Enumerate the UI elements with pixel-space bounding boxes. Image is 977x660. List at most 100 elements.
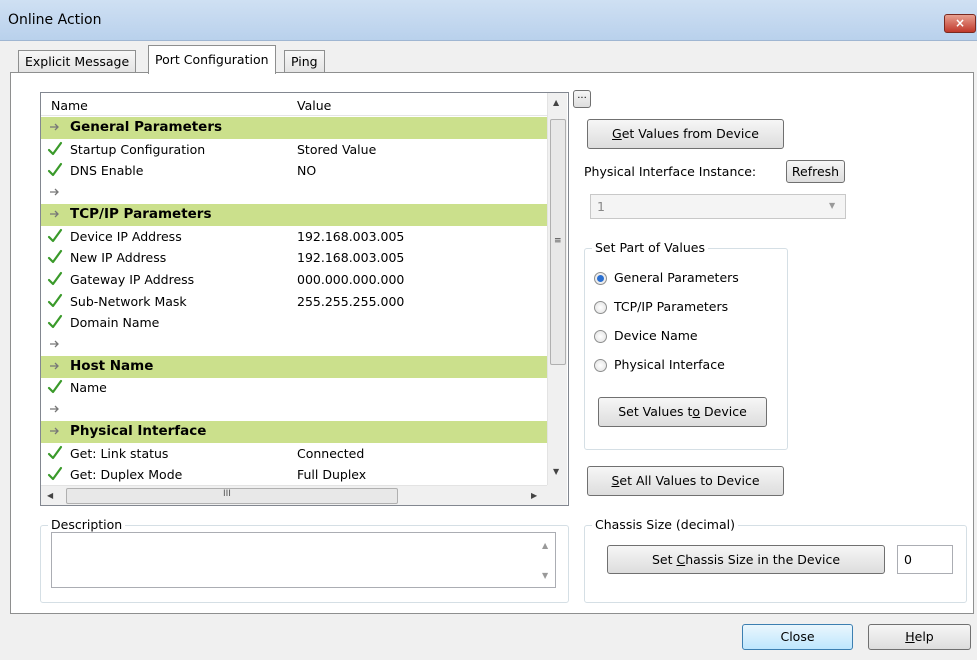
list-item[interactable]: Device IP Address 192.168.003.005 <box>41 226 547 248</box>
arrow-right-icon[interactable] <box>47 336 63 352</box>
radio-button[interactable] <box>594 301 607 314</box>
list-item[interactable]: Domain Name <box>41 312 547 334</box>
arrow-right-icon[interactable] <box>47 184 63 200</box>
list-item[interactable]: Startup Configuration Stored Value <box>41 139 547 161</box>
refresh-button[interactable]: Refresh <box>786 160 845 183</box>
row-name: Domain Name <box>70 315 160 331</box>
list-item[interactable]: Name <box>41 377 547 399</box>
horizontal-scroll-thumb[interactable]: III <box>66 488 398 504</box>
row-name: Gateway IP Address <box>70 271 195 287</box>
set-values-to-device-button[interactable]: Set Values to Device <box>598 397 767 427</box>
description-textarea[interactable]: ▲ ▼ <box>51 532 556 588</box>
row-name: Startup Configuration <box>70 141 206 157</box>
scroll-up-icon[interactable]: ▲ <box>553 98 559 107</box>
scroll-right-icon[interactable]: ▶ <box>531 491 537 500</box>
section-row[interactable]: TCP/IP Parameters <box>41 203 547 226</box>
row-value: 255.255.255.000 <box>297 293 405 309</box>
check-icon <box>47 445 63 461</box>
section-row[interactable]: Host Name <box>41 355 547 378</box>
radio-button[interactable] <box>594 330 607 343</box>
list-item[interactable]: Get: Duplex Mode Full Duplex <box>41 464 547 486</box>
scroll-down-icon[interactable]: ▼ <box>542 571 548 580</box>
close-window-button[interactable]: × <box>944 14 976 33</box>
list-item[interactable] <box>41 334 547 356</box>
set-part-group-label: Set Part of Values <box>592 240 709 255</box>
row-value: 192.168.003.005 <box>297 250 405 266</box>
check-icon <box>47 162 63 178</box>
arrow-right-icon[interactable] <box>47 423 63 439</box>
list-item[interactable] <box>41 182 547 204</box>
help-button[interactable]: Help <box>868 624 971 650</box>
chassis-size-input[interactable]: 0 <box>897 545 953 574</box>
vertical-scrollbar[interactable]: ▲ ≡ ▼ <box>547 93 567 485</box>
set-chassis-size-button[interactable]: Set Chassis Size in the Device <box>607 545 885 574</box>
list-item[interactable]: Gateway IP Address 000.000.000.000 <box>41 269 547 291</box>
section-row[interactable]: Physical Interface <box>41 420 547 443</box>
row-name: New IP Address <box>70 250 167 266</box>
close-button[interactable]: Close <box>742 624 853 650</box>
check-icon <box>47 249 63 265</box>
row-value: 000.000.000.000 <box>297 271 405 287</box>
column-header-value[interactable]: Value <box>297 98 331 113</box>
radio-label: Device Name <box>614 328 698 343</box>
set-all-values-button[interactable]: Set All Values to Device <box>587 466 784 496</box>
radio-button[interactable] <box>594 272 607 285</box>
row-value: 192.168.003.005 <box>297 228 405 244</box>
set-values-label-b: Device <box>700 404 747 419</box>
tab-port-configuration[interactable]: Port Configuration <box>148 45 276 74</box>
check-icon <box>47 141 63 157</box>
hscroll-grip: III <box>223 489 231 499</box>
row-name: Get: Duplex Mode <box>70 467 183 483</box>
chevron-down-icon: ▼ <box>829 201 836 210</box>
row-value: NO <box>297 163 317 179</box>
list-item[interactable] <box>41 399 547 421</box>
list-item[interactable]: Sub-Network Mask 255.255.255.000 <box>41 291 547 313</box>
row-value: Full Duplex <box>297 467 367 483</box>
tab-ping[interactable]: Ping <box>284 50 325 73</box>
get-values-from-device-button[interactable]: Get Values from Device <box>587 119 784 149</box>
horizontal-scrollbar[interactable]: ◀ III ▶ <box>41 485 547 505</box>
row-name: Physical Interface <box>70 422 207 439</box>
column-header-name[interactable]: Name <box>51 98 88 113</box>
title-bar: Online Action × <box>0 0 977 41</box>
chassis-label-b: hassis Size in the Device <box>685 552 841 567</box>
radio-label: Physical Interface <box>614 357 725 372</box>
row-name: DNS Enable <box>70 163 144 179</box>
check-icon <box>47 271 63 287</box>
arrow-right-icon[interactable] <box>47 119 63 135</box>
chassis-label-a: Set <box>651 552 677 567</box>
parameter-list[interactable]: Name Value General Parameters Startup Con… <box>40 92 569 506</box>
row-name: Host Name <box>70 357 154 374</box>
radio-button[interactable] <box>594 359 607 372</box>
chassis-size-value: 0 <box>904 552 912 567</box>
tab-explicit-message[interactable]: Explicit Message <box>18 50 137 73</box>
physical-interface-label: Physical Interface Instance: <box>584 164 757 179</box>
expand-button[interactable]: ... <box>573 90 591 108</box>
window-title: Online Action <box>8 12 102 28</box>
set-all-label: et All Values to Device <box>619 473 760 488</box>
list-item[interactable]: New IP Address 192.168.003.005 <box>41 247 547 269</box>
help-label: elp <box>914 629 934 644</box>
scroll-up-icon[interactable]: ▲ <box>542 541 548 550</box>
arrow-right-icon[interactable] <box>47 358 63 374</box>
row-value: Stored Value <box>297 141 377 157</box>
list-item[interactable]: DNS Enable NO <box>41 160 547 182</box>
row-name: Device IP Address <box>70 228 182 244</box>
arrow-right-icon[interactable] <box>47 206 63 222</box>
list-header: Name Value <box>41 93 547 116</box>
help-accel: H <box>905 629 915 644</box>
row-name: General Parameters <box>70 119 223 135</box>
row-name: Get: Link status <box>70 445 169 461</box>
vertical-scroll-thumb[interactable]: ≡ <box>550 119 566 365</box>
check-icon <box>47 466 63 482</box>
scroll-down-icon[interactable]: ▼ <box>553 467 559 476</box>
section-row[interactable]: General Parameters <box>41 117 547 139</box>
scroll-left-icon[interactable]: ◀ <box>47 491 53 500</box>
check-icon <box>47 379 63 395</box>
list-item[interactable]: Get: Link status Connected <box>41 443 547 465</box>
instance-value: 1 <box>597 199 605 214</box>
instance-combo[interactable]: 1 ▼ <box>590 194 846 219</box>
check-icon <box>47 293 63 309</box>
arrow-right-icon[interactable] <box>47 401 63 417</box>
get-values-accel: G <box>612 126 622 141</box>
